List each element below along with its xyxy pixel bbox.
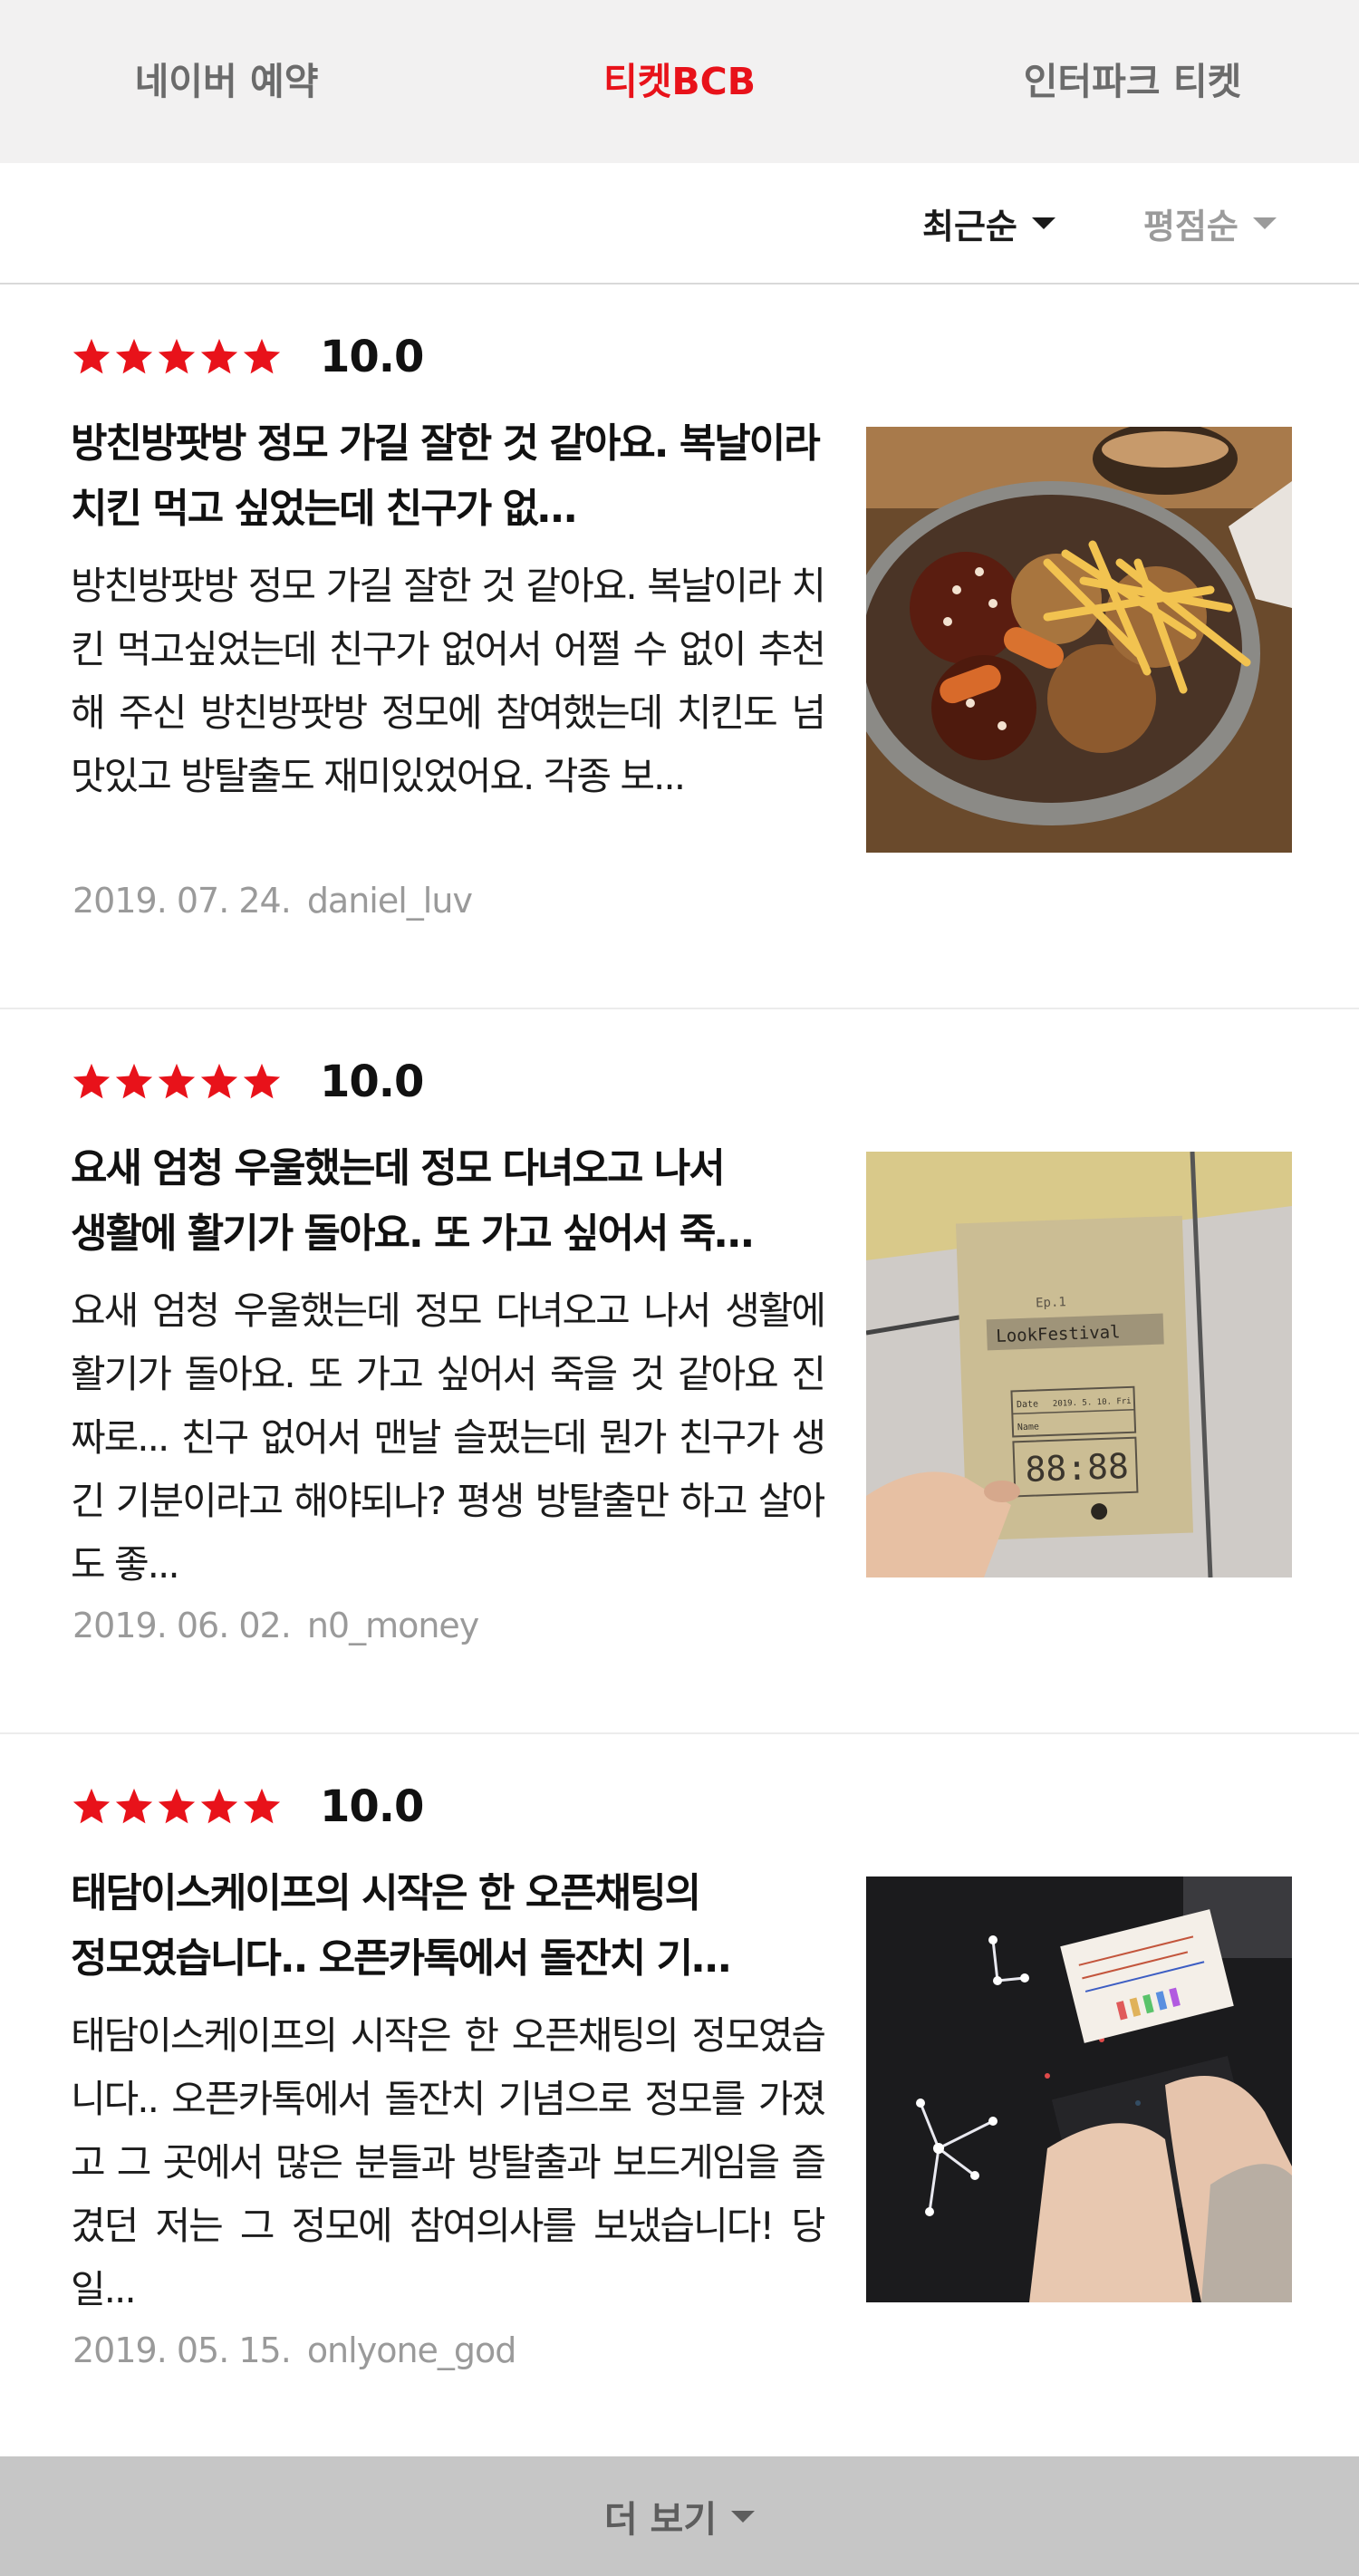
star-icon [243,1063,281,1099]
star-rating [71,336,284,378]
review-body: 방친방팟방 정모 가길 잘한 것 같아요. 복날이라 치킨 먹고싶었는데 친구가… [71,564,824,798]
tab-ticket-bcb[interactable]: 티켓BCB [453,0,906,163]
review-body: 태담이스케이프의 시작은 한 오픈채팅의 정모였습니다.. 오픈카톡에서 돌잔치… [71,2013,824,2311]
review-item[interactable]: 10.0 요새 엄청 우울했는데 정모 다녀오고 나서 생활에 활기가 돌아요.… [0,1009,1359,1734]
star-icon [200,1788,238,1824]
sort-bar: 최근순 평점순 [0,163,1359,285]
rating-score: 10.0 [320,1056,424,1107]
rating-row: 10.0 [71,1780,424,1834]
review-title: 태담이스케이프의 시작은 한 오픈채팅의 정모였습니다.. 오픈카톡에서 돌잔치… [71,1870,731,1982]
review-title: 방친방팟방 정모 가길 잘한 것 같아요. 복날이라 치킨 먹고 싶었는데 친구… [71,420,821,532]
tab-interpark-ticket[interactable]: 인터파크 티켓 [906,0,1359,163]
review-list: 10.0 방친방팟방 정모 가길 잘한 것 같아요. 복날이라 치킨 먹고 싶었… [0,285,1359,2459]
sort-latest-dropdown[interactable]: 최근순 [922,163,1055,283]
star-rating [71,1786,284,1828]
rating-score: 10.0 [320,1781,424,1832]
load-more-label: 더 보기 [603,2499,718,2541]
load-more-button[interactable]: 더 보기 [0,2456,1359,2576]
review-date: 2019. 07. 24. [72,881,292,921]
sort-rating-dropdown[interactable]: 평점순 [1143,163,1277,283]
review-date: 2019. 06. 02. [72,1606,292,1645]
star-icon [200,338,238,374]
star-icon [115,338,153,374]
festival-card-photo[interactable]: Ep.1 LookFestival Date 2019. 5. 10. Fri … [866,1152,1292,1577]
star-icon [158,338,196,374]
review-user: onlyone_god [306,2330,517,2370]
review-date: 2019. 05. 15. [72,2330,292,2370]
chicken-and-fries-photo[interactable] [866,427,1292,853]
rating-row: 10.0 [71,330,424,384]
booking-source-tabs: 네이버 예약 티켓BCB 인터파크 티켓 [0,0,1359,163]
review-item[interactable]: 10.0 방친방팟방 정모 가길 잘한 것 같아요. 복날이라 치킨 먹고 싶었… [0,285,1359,1009]
star-icon [158,1788,196,1824]
star-icon [158,1063,196,1099]
caret-down-icon [1252,217,1277,229]
card-episode: Ep.1 [1036,1295,1066,1310]
star-icon [200,1063,238,1099]
constellation-board-photo[interactable] [866,1877,1292,2302]
star-icon [72,338,111,374]
card-timer: 88:88 [1025,1446,1130,1490]
rating-row: 10.0 [71,1055,424,1109]
review-meta: 2019. 05. 15. onlyone_god [72,2330,516,2370]
tab-naver-booking[interactable]: 네이버 예약 [0,0,453,163]
star-icon [115,1063,153,1099]
caret-down-icon [731,2510,756,2523]
review-meta: 2019. 06. 02. n0_money [72,1606,479,1645]
sort-rating-label: 평점순 [1143,206,1239,246]
review-body: 요새 엄청 우울했는데 정모 다녀오고 나서 생활에 활기가 돌아요. 또 가고… [71,1288,824,1587]
star-icon [243,338,281,374]
review-title: 요새 엄청 우울했는데 정모 다녀오고 나서 생활에 활기가 돌아요. 또 가고… [71,1145,754,1257]
card-date-label: Date [1017,1399,1038,1410]
star-icon [72,1788,111,1824]
review-meta: 2019. 07. 24. daniel_luv [72,881,473,921]
star-icon [115,1788,153,1824]
star-icon [243,1788,281,1824]
sort-latest-label: 최근순 [922,206,1017,246]
review-item[interactable]: 10.0 태담이스케이프의 시작은 한 오픈채팅의 정모였습니다.. 오픈카톡에… [0,1734,1359,2459]
card-name-label: Name [1017,1422,1039,1433]
star-icon [72,1063,111,1099]
caret-down-icon [1031,217,1055,229]
review-user: daniel_luv [306,881,473,921]
star-rating [71,1061,284,1103]
review-user: n0_money [306,1606,479,1645]
rating-score: 10.0 [320,332,424,382]
